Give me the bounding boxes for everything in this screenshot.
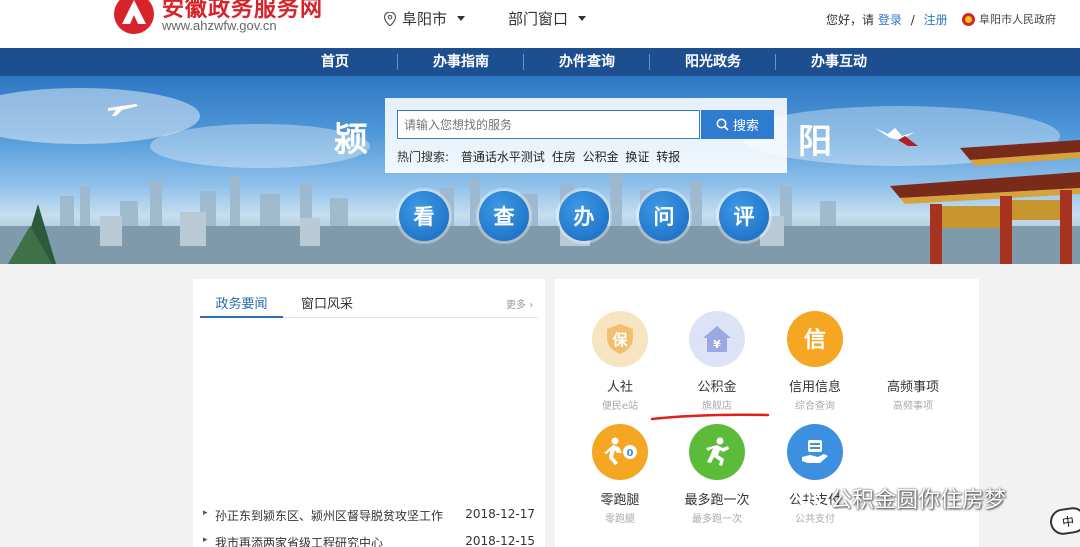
service-subtitle: 零跑腿	[605, 514, 635, 525]
location-selector[interactable]: 阜阳市	[384, 8, 466, 29]
search-icon	[716, 118, 729, 131]
svg-text:信: 信	[804, 327, 826, 353]
user-area: 您好，请 登录 / 注册	[826, 11, 948, 28]
service-run-once[interactable]: 最多跑一次 最多跑一次	[667, 424, 767, 525]
service-subtitle: 高频事项	[893, 401, 933, 412]
hot-search: 热门搜索: 普通话水平测试 住房 公积金 换证 转报	[397, 148, 683, 165]
tab-gov-news[interactable]: 政务要闻	[200, 293, 283, 312]
red-underline-annotation	[650, 413, 770, 421]
nav-item-home[interactable]: 首页	[272, 48, 398, 76]
emblem-icon	[962, 12, 975, 26]
bullet-icon: ▸	[203, 535, 208, 545]
service-high-frequency[interactable]: 高频事项 高频事项	[863, 311, 963, 412]
hero-banner: 颍 阳 搜索 热门搜索: 普通话水平测试 住房 公积金 换证 转报 看 查 办 …	[0, 76, 1080, 264]
news-date: 2018-12-17	[465, 507, 535, 521]
credit-icon: 信	[787, 311, 843, 367]
running-man-icon	[689, 424, 745, 480]
quick-button-view[interactable]: 看	[399, 191, 449, 241]
quick-button-handle[interactable]: 办	[559, 191, 609, 241]
greeting-text: 您好，请	[826, 13, 875, 27]
svg-text:保: 保	[611, 331, 628, 349]
service-title: 零跑腿	[600, 493, 640, 508]
house-icon: ¥	[689, 311, 745, 367]
gov-name: 阜阳市人民政府	[979, 13, 1056, 26]
search-input[interactable]	[397, 110, 700, 139]
quick-button-ask[interactable]: 问	[639, 191, 689, 241]
svg-text:0: 0	[627, 448, 634, 459]
bullet-icon: ▸	[203, 508, 208, 518]
service-title: 高频事项	[886, 380, 939, 395]
hot-search-label: 热门搜索:	[397, 150, 450, 164]
news-title: 孙正东到颍东区、颍州区督导脱贫攻坚工作	[215, 509, 444, 523]
search-panel: 搜索 热门搜索: 普通话水平测试 住房 公积金 换证 转报	[385, 98, 787, 173]
more-label: 更多	[506, 300, 526, 311]
separator: /	[910, 13, 915, 27]
list-item[interactable]: ▸ 孙正东到颍东区、颍州区督导脱贫攻坚工作 2018-12-17	[203, 507, 535, 523]
calligraphy-right: 阳	[798, 122, 832, 162]
login-link[interactable]: 登录	[878, 13, 902, 27]
quick-button-check[interactable]: 查	[479, 191, 529, 241]
nav-item-query[interactable]: 办件查询	[524, 48, 650, 76]
top-header: 安徽政务服务网 www.ahzwfw.gov.cn 阜阳市 部门窗口 您好，请 …	[0, 0, 1080, 48]
main-nav: 首页 办事指南 办件查询 阳光政务 办事互动	[0, 48, 1080, 76]
search-button[interactable]: 搜索	[701, 110, 774, 139]
search-button-label: 搜索	[732, 119, 759, 134]
news-title: 我市再添两家省级工程研究中心	[215, 536, 384, 547]
site-url: www.ahzwfw.gov.cn	[162, 18, 277, 33]
list-item[interactable]: ▸ 我市再添两家省级工程研究中心 2018-12-15	[203, 534, 535, 547]
service-title: 信用信息	[788, 380, 841, 395]
service-credit-info[interactable]: 信 信用信息 综合查询	[765, 311, 865, 412]
hot-search-item[interactable]: 换证	[625, 150, 649, 164]
runner-icon: 0	[592, 424, 648, 480]
tab-window-style[interactable]: 窗口风采	[301, 293, 353, 312]
news-panel: 政务要闻 窗口风采 更多 › ▸ 孙正东到颍东区、颍州区督导脱贫攻坚工作 201…	[193, 279, 545, 547]
quick-button-rate[interactable]: 评	[719, 191, 769, 241]
chevron-down-icon	[457, 16, 466, 21]
service-social-security[interactable]: 保 人社 便民e站	[570, 311, 670, 412]
wechat-icon	[785, 487, 821, 509]
service-subtitle: 旗舰店	[702, 401, 732, 412]
hot-search-item[interactable]: 普通话水平测试	[461, 150, 545, 164]
logo-icon	[114, 0, 154, 34]
more-link[interactable]: 更多 ›	[506, 296, 533, 311]
news-date: 2018-12-15	[465, 534, 535, 547]
register-link[interactable]: 注册	[924, 13, 948, 27]
service-subtitle: 最多跑一次	[692, 514, 742, 525]
service-title: 人社	[606, 380, 633, 395]
shield-icon: 保	[592, 311, 648, 367]
nav-item-interaction[interactable]: 办事互动	[776, 48, 902, 76]
service-housing-fund[interactable]: ¥ 公积金 旗舰店	[667, 311, 767, 412]
map-pin-icon	[384, 11, 396, 26]
site-logo[interactable]: 安徽政务服务网 www.ahzwfw.gov.cn	[112, 0, 362, 46]
calligraphy-left: 颍	[334, 120, 368, 160]
svg-text:¥: ¥	[713, 338, 721, 351]
ime-indicator[interactable]: 中	[1048, 505, 1080, 537]
high-frequency-icon	[885, 311, 941, 367]
service-zero-errand[interactable]: 0 零跑腿 零跑腿	[570, 424, 670, 525]
gov-link[interactable]: 阜阳市人民政府	[962, 11, 1056, 27]
hot-search-item[interactable]: 公积金	[583, 150, 619, 164]
chevron-right-icon: ›	[529, 300, 534, 311]
payment-icon	[787, 424, 843, 480]
nav-item-affairs[interactable]: 阳光政务	[650, 48, 776, 76]
service-subtitle: 综合查询	[795, 401, 835, 412]
watermark: 公积金圆你住房梦	[784, 482, 1006, 514]
watermark-text: 公积金圆你住房梦	[830, 488, 1007, 513]
location-label: 阜阳市	[402, 10, 448, 28]
chevron-down-icon	[578, 16, 587, 21]
hot-search-item[interactable]: 转报	[656, 150, 680, 164]
dept-window-label: 部门窗口	[508, 10, 569, 28]
service-title: 公积金	[697, 380, 737, 395]
active-tab-indicator	[200, 316, 283, 318]
service-subtitle: 便民e站	[601, 401, 639, 412]
service-title: 最多跑一次	[684, 493, 750, 508]
hot-search-item[interactable]: 住房	[552, 150, 576, 164]
nav-item-guide[interactable]: 办事指南	[398, 48, 524, 76]
dept-window-selector[interactable]: 部门窗口	[508, 8, 587, 29]
